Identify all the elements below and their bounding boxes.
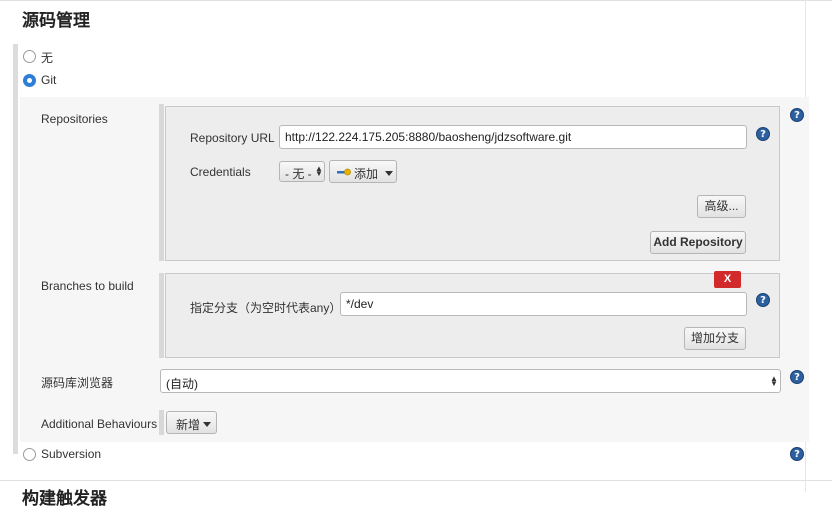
repo-url-input[interactable]: http://122.224.175.205:8880/baosheng/jdz… [279,125,747,149]
advanced-button[interactable]: 高级... [697,195,746,218]
credentials-label: Credentials [190,165,251,179]
radio-git[interactable] [23,74,36,87]
repo-url-help-icon[interactable]: ? [756,127,770,141]
repositories-help-icon[interactable]: ? [790,108,804,122]
radio-none-label: 无 [41,51,54,65]
delete-branch-button[interactable]: X [714,271,741,288]
add-behaviour-label: 新增 [176,418,201,432]
next-section-title: 构建触发器 [22,489,107,508]
behaviours-indent-bar [159,410,164,435]
add-behaviour-button[interactable]: 新增 [166,411,217,434]
repo-browser-label: 源码库浏览器 [41,376,114,390]
branch-specifier-label: 指定分支（为空时代表any） [190,301,342,315]
branch-specifier-input[interactable]: */dev [340,292,747,316]
branches-indent-bar [159,273,164,358]
top-divider [0,0,832,1]
repo-browser-help-icon[interactable]: ? [790,370,804,384]
repo-browser-value: (自动) [166,377,198,391]
credentials-value: - 无 - [285,167,312,181]
radio-git-label: Git [41,73,57,87]
select-arrows-icon: ▲ ▼ [770,374,778,388]
credentials-select[interactable]: - 无 - ▲ ▼ [279,161,325,182]
radio-subversion-label: Subversion [41,447,102,461]
additional-behaviours-label: Additional Behaviours [41,417,158,431]
section-title: 源码管理 [22,11,90,30]
add-branch-button[interactable]: 增加分支 [684,327,746,350]
repositories-indent-bar [159,104,164,261]
add-repository-button[interactable]: Add Repository [650,231,746,254]
chevron-down-icon [203,422,211,427]
add-credentials-button[interactable]: 添加 [329,160,397,183]
add-credentials-label: 添加 [354,167,379,181]
repo-browser-select[interactable]: (自动) ▲ ▼ [160,369,781,393]
radio-subversion[interactable] [23,448,36,461]
section-indent-bar [13,44,18,454]
section-divider [0,480,832,481]
key-icon [337,168,351,176]
radio-none[interactable] [23,50,36,63]
repositories-label: Repositories [41,112,108,126]
chevron-down-icon [385,171,393,176]
branches-label: Branches to build [41,279,134,293]
branch-specifier-help-icon[interactable]: ? [756,293,770,307]
select-arrows-icon: ▲ ▼ [315,164,323,178]
repo-url-label: Repository URL [190,131,275,145]
subversion-help-icon[interactable]: ? [790,447,804,461]
